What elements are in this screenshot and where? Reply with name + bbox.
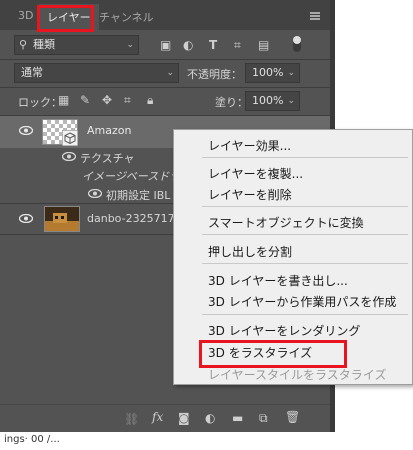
adjustment-layer-icon[interactable]: ◐ bbox=[205, 411, 215, 425]
menu-item-delete-layer[interactable]: レイヤーを削除 bbox=[208, 186, 292, 203]
visibility-eye-icon[interactable] bbox=[19, 214, 33, 223]
menu-item-rasterize-layer-style: レイヤースタイルをラスタライズ bbox=[208, 368, 387, 382]
menu-item-create-work-path[interactable]: 3D レイヤーから作業用パスを作成 bbox=[208, 293, 396, 310]
add-mask-icon[interactable]: ◙ bbox=[178, 411, 190, 425]
highlight-rasterize-3d bbox=[199, 340, 347, 368]
fx-icon[interactable]: fx bbox=[152, 410, 163, 424]
lock-image-brush-icon[interactable]: ✎ bbox=[80, 93, 90, 107]
adjustment-filter-icon[interactable]: ◐ bbox=[183, 38, 193, 52]
texture-label: テクスチャ bbox=[80, 152, 135, 165]
new-group-folder-icon[interactable]: ▬ bbox=[232, 411, 243, 425]
chevron-down-icon: ⌄ bbox=[287, 68, 295, 78]
chevron-down-icon: ⌄ bbox=[126, 40, 134, 50]
menu-item-render-3d-layer[interactable]: 3D レイヤーをレンダリング bbox=[208, 322, 360, 339]
blend-mode-value: 通常 bbox=[21, 66, 43, 79]
layer-name-danbo: danbo-2325717 bbox=[87, 212, 175, 225]
layers-bottom-toolbar: ⛓︎ fx ◙ ◐ ▬ ⧉ 🗑︎ bbox=[0, 404, 330, 433]
pixel-filter-icon[interactable]: ▣ bbox=[160, 38, 171, 52]
tab-3d[interactable]: 3D bbox=[18, 9, 33, 22]
opacity-label: 不透明度： bbox=[187, 68, 242, 81]
default-ibl-label: 初期設定 IBL bbox=[106, 189, 171, 202]
chevron-down-icon: ⌄ bbox=[287, 96, 295, 106]
tab-channels[interactable]: チャンネル bbox=[99, 9, 154, 25]
type-filter-icon[interactable]: T bbox=[209, 38, 217, 52]
filter-toggle[interactable] bbox=[293, 36, 301, 52]
lock-label: ロック： bbox=[18, 96, 62, 109]
background-below-panel: ings· 00 /... bbox=[0, 432, 413, 450]
smart-object-filter-icon[interactable]: ▤ bbox=[258, 38, 269, 52]
link-layers-icon[interactable]: ⛓︎ bbox=[124, 412, 139, 426]
fill-input[interactable]: 100% ⌄ bbox=[245, 91, 300, 111]
menu-item-split-extrusion[interactable]: 押し出しを分割 bbox=[208, 243, 292, 260]
opacity-input[interactable]: 100% ⌄ bbox=[245, 63, 300, 83]
chevron-down-icon: ⌄ bbox=[166, 68, 174, 78]
fill-label: 塗り： bbox=[215, 96, 248, 109]
fill-value: 100% bbox=[252, 94, 284, 107]
menu-item-layer-effects[interactable]: レイヤー効果... bbox=[208, 137, 291, 154]
3d-layer-icon bbox=[62, 130, 78, 146]
blend-mode-select[interactable]: 通常 ⌄ bbox=[14, 63, 179, 83]
highlight-layers-tab bbox=[37, 5, 94, 32]
opacity-value: 100% bbox=[252, 66, 284, 79]
menu-item-duplicate-layer[interactable]: レイヤーを複製... bbox=[208, 165, 303, 182]
clipped-caption-text: ings· 00 /... bbox=[4, 434, 60, 445]
filter-kind-label: 種類 bbox=[33, 38, 55, 51]
delete-trash-icon[interactable]: 🗑︎ bbox=[285, 410, 300, 424]
search-icon: ⚲ bbox=[19, 38, 28, 51]
lock-all-icon[interactable]: 🔒︎ bbox=[147, 93, 153, 107]
layer-name-amazon: Amazon bbox=[87, 124, 132, 137]
lock-transparent-icon[interactable]: ▦ bbox=[58, 93, 69, 107]
panel-menu-icon[interactable] bbox=[310, 12, 320, 20]
visibility-eye-icon[interactable] bbox=[62, 152, 76, 161]
filter-kind-select[interactable]: ⚲ 種類 ⌄ bbox=[14, 35, 139, 55]
shape-filter-icon[interactable]: ⌗ bbox=[234, 38, 241, 52]
visibility-eye-icon[interactable] bbox=[19, 126, 33, 135]
menu-item-export-3d-layer[interactable]: 3D レイヤーを書き出し... bbox=[208, 272, 348, 289]
lock-position-move-icon[interactable]: ✥ bbox=[102, 93, 112, 107]
visibility-eye-icon[interactable] bbox=[88, 189, 102, 198]
lock-artboard-icon[interactable]: ⌗ bbox=[124, 93, 131, 107]
new-layer-icon[interactable]: ⧉ bbox=[259, 411, 268, 425]
menu-item-convert-smart-object[interactable]: スマートオブジェクトに変換 bbox=[208, 214, 364, 231]
layer-thumbnail-danbo bbox=[44, 206, 80, 232]
